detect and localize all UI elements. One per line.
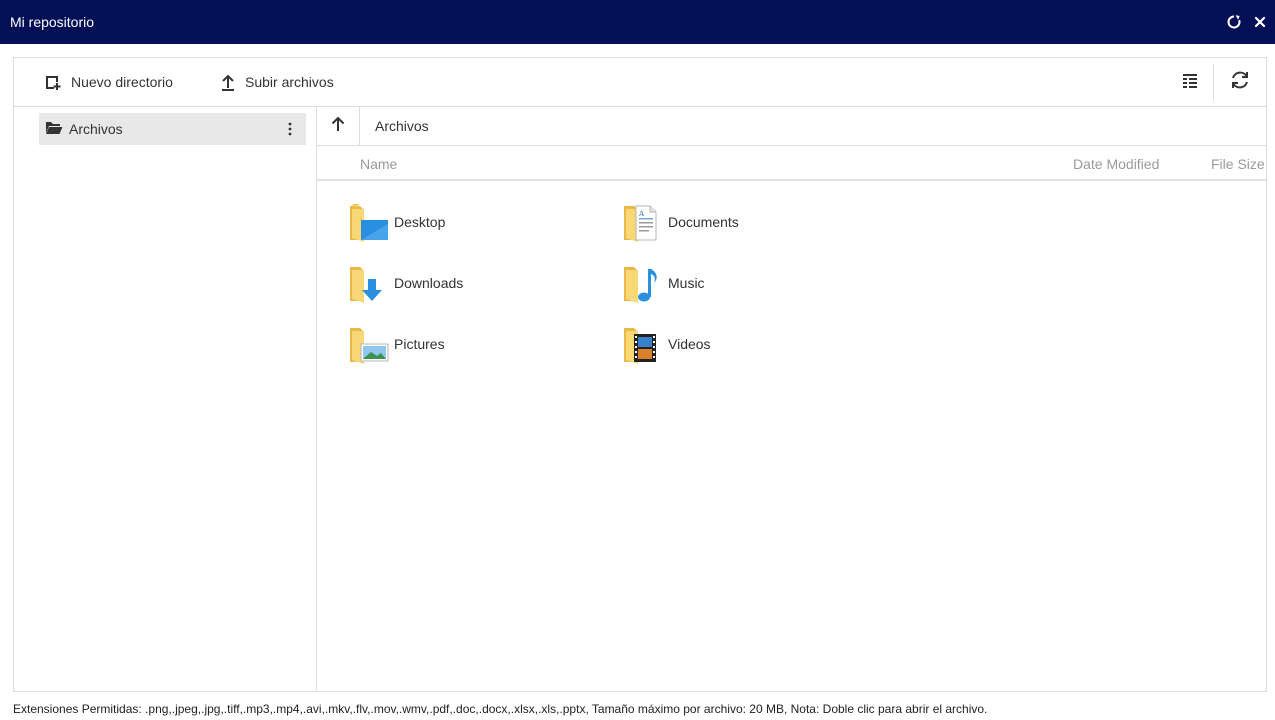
file-name: Videos [668,336,711,352]
file-item-downloads[interactable]: Downloads [344,258,564,308]
file-name: Desktop [394,214,446,230]
file-item-documents[interactable]: A Documents [618,197,838,247]
more-options-icon[interactable] [282,121,298,137]
allowed-extensions-note: Extensiones Permitidas: .png,.jpeg,.jpg,… [13,702,988,716]
nav-item-archivos[interactable]: Archivos [39,113,306,145]
details-view-icon [1182,72,1198,93]
window-controls [1225,13,1269,31]
column-name[interactable]: Name [360,156,397,172]
refresh-icon [1229,69,1251,96]
file-name: Pictures [394,336,445,352]
toolbar: Nuevo directorio Subir archivos [14,58,1266,107]
pictures-folder-icon [344,320,392,368]
file-item-videos[interactable]: Videos [618,319,838,369]
downloads-folder-icon [344,259,392,307]
new-folder-label: Nuevo directorio [71,74,173,90]
navigation-pane: Archivos [14,107,317,692]
upload-button[interactable]: Subir archivos [220,71,334,93]
file-name: Documents [668,214,739,230]
refresh-button[interactable] [1229,71,1251,93]
breadcrumb[interactable]: Archivos [375,118,429,134]
videos-folder-icon [618,320,666,368]
desktop-folder-icon [344,198,392,246]
navigate-up-button[interactable] [317,107,360,145]
file-item-pictures[interactable]: Pictures [344,319,564,369]
window-title: Mi repositorio [10,14,95,30]
column-file-size[interactable]: File Size [1211,156,1265,172]
file-item-music[interactable]: Music [618,258,838,308]
file-item-desktop[interactable]: Desktop [344,197,564,247]
column-header: Name Date Modified File Size [317,146,1266,181]
restore-icon[interactable] [1225,13,1243,31]
svg-text:A: A [638,210,645,218]
nav-item-label: Archivos [69,121,123,137]
file-manager: Nuevo directorio Subir archivos Archivos… [13,57,1267,692]
file-name: Downloads [394,275,464,291]
new-folder-button[interactable]: Nuevo directorio [44,71,173,93]
close-icon[interactable] [1251,13,1269,31]
toolbar-separator [1213,64,1214,101]
column-date-modified[interactable]: Date Modified [1073,156,1159,172]
address-bar: Archivos [317,107,1266,146]
arrow-up-icon [331,116,345,137]
new-folder-icon [44,73,62,91]
content-pane: Archivos Name Date Modified File Size De… [317,107,1266,692]
file-name: Music [668,275,705,291]
upload-label: Subir archivos [245,74,334,90]
window-titlebar: Mi repositorio [0,0,1275,44]
folder-open-icon [45,120,63,139]
music-folder-icon [618,259,666,307]
upload-icon [220,73,236,91]
view-toggle-button[interactable] [1179,71,1201,93]
documents-folder-icon: A [618,198,666,246]
